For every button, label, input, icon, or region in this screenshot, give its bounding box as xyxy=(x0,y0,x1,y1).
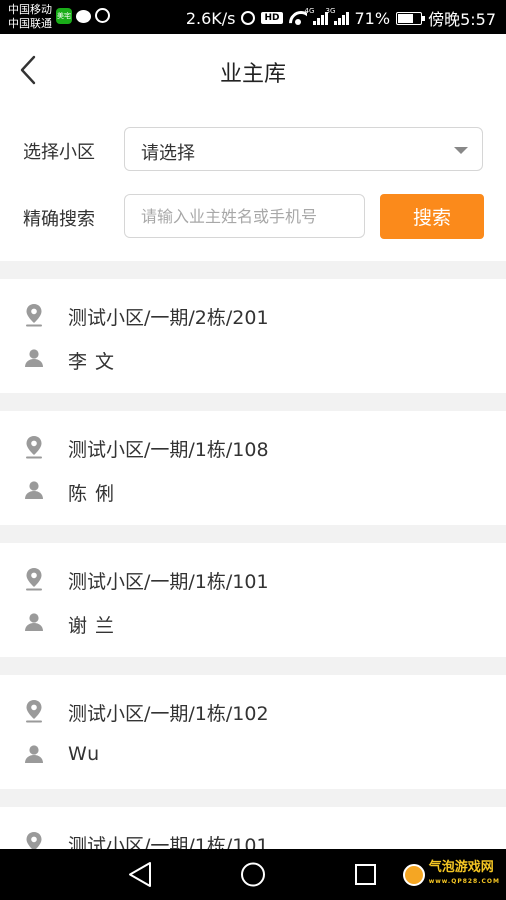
chat-notification-icon xyxy=(76,10,91,23)
keyword-search-input[interactable] xyxy=(124,194,365,238)
owner-address: 测试小区/一期/2栋/201 xyxy=(68,307,269,329)
location-pin-icon xyxy=(26,568,42,591)
community-select-value: 请选择 xyxy=(141,143,195,164)
owner-card[interactable]: 测试小区/一期/1栋/108 陈 俐 xyxy=(0,411,506,525)
carrier-info: 中国移动 中国联通 xyxy=(8,3,52,31)
app-notification-icon: 美宅 xyxy=(56,8,72,24)
watermark-text: 气泡游戏网 www.QP828.COM xyxy=(429,861,500,889)
owner-card[interactable]: 测试小区/一期/1栋/102 Wu xyxy=(0,675,506,789)
location-pin-icon xyxy=(26,436,42,459)
hd-icon: HD xyxy=(261,12,283,24)
person-icon xyxy=(25,349,43,367)
watermark-title: 气泡游戏网 xyxy=(428,860,494,875)
owner-card[interactable]: 测试小区/一期/2栋/201 李 文 xyxy=(0,279,506,393)
battery-icon xyxy=(396,11,426,25)
clock: 傍晚5:57 xyxy=(428,10,496,29)
location-pin-icon xyxy=(26,700,42,723)
status-right: 2.6K/s HD 4G 3G 71% 傍晚5:57 xyxy=(186,6,496,30)
signal-3g-label: 3G xyxy=(325,7,336,15)
hand-notification-icon xyxy=(95,8,110,23)
alarm-icon xyxy=(241,11,256,25)
watermark: 气泡游戏网 www.QP828.COM xyxy=(402,861,500,889)
keyword-label: 精确搜索 xyxy=(23,209,95,230)
caret-down-icon xyxy=(454,147,468,154)
app-header: 业主库 xyxy=(0,34,506,106)
battery-percent: 71% xyxy=(354,8,391,28)
community-select[interactable]: 请选择 xyxy=(124,127,483,171)
nav-home-icon[interactable] xyxy=(223,849,283,900)
owner-name: 谢 兰 xyxy=(68,615,116,637)
person-icon xyxy=(25,613,43,631)
person-icon xyxy=(25,481,43,499)
carrier-1: 中国移动 xyxy=(8,3,52,16)
network-speed: 2.6K/s xyxy=(185,8,236,28)
community-label: 选择小区 xyxy=(23,142,95,163)
battery-fill xyxy=(398,13,414,23)
system-nav-bar: 气泡游戏网 www.QP828.COM xyxy=(0,849,506,900)
search-button[interactable]: 搜索 xyxy=(380,194,484,239)
nav-recent-apps-icon[interactable] xyxy=(336,849,396,900)
status-bar: 中国移动 中国联通 美宅 2.6K/s HD 4G 3G 71% 傍晚5:57 xyxy=(0,0,506,34)
owner-address: 测试小区/一期/1栋/108 xyxy=(68,439,269,461)
owner-name: 陈 俐 xyxy=(68,483,116,505)
nav-back-icon[interactable] xyxy=(110,849,170,900)
page-title: 业主库 xyxy=(219,62,286,87)
watermark-logo-icon xyxy=(402,864,425,886)
owner-name: Wu xyxy=(68,743,101,765)
carrier-2: 中国联通 xyxy=(8,17,52,30)
filter-panel: 选择小区 请选择 精确搜索 搜索 xyxy=(0,106,506,261)
signal-4g-label: 4G xyxy=(304,7,315,15)
watermark-url: www.QP828.COM xyxy=(428,878,500,885)
person-icon xyxy=(25,745,43,763)
owner-list: 测试小区/一期/2栋/201 李 文 测试小区/一期/1栋/108 陈 俐 测试… xyxy=(0,279,506,900)
owner-address: 测试小区/一期/1栋/101 xyxy=(68,571,269,593)
signal-3g-icon: 3G xyxy=(326,7,349,25)
owner-address: 测试小区/一期/1栋/102 xyxy=(68,703,269,725)
owner-card[interactable]: 测试小区/一期/1栋/101 谢 兰 xyxy=(0,543,506,657)
location-pin-icon xyxy=(26,304,42,327)
notification-icons: 美宅 xyxy=(56,8,110,24)
owner-name: 李 文 xyxy=(68,351,116,373)
